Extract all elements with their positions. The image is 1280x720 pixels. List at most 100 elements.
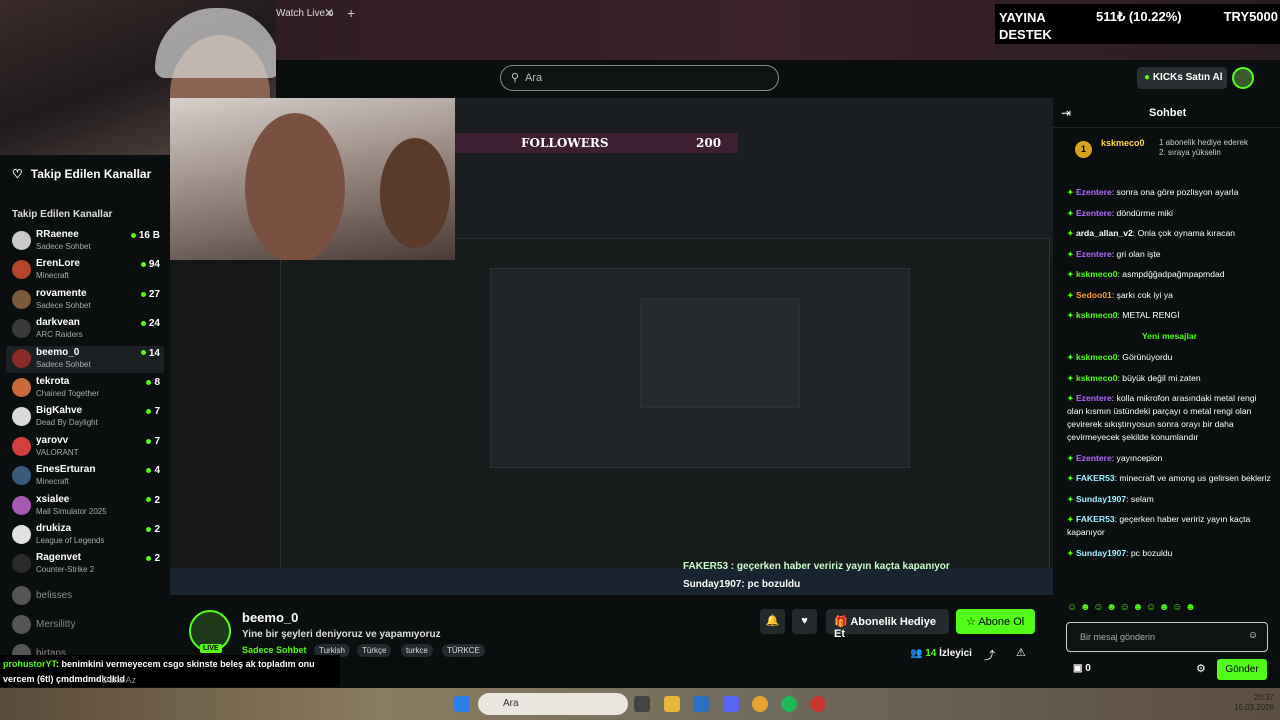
live-dot-icon bbox=[146, 497, 152, 503]
live-dot-icon bbox=[146, 438, 152, 444]
live-dot-icon bbox=[146, 526, 152, 532]
chat-username[interactable]: Sunday1907 bbox=[1076, 494, 1126, 504]
badge-icon: ✦ bbox=[1067, 290, 1076, 300]
channel-viewers: 24 bbox=[140, 318, 160, 329]
share-icon[interactable]: ⤴ bbox=[984, 647, 995, 663]
file-explorer-icon[interactable] bbox=[664, 696, 680, 712]
channel-viewers: 2 bbox=[146, 524, 160, 535]
badge-icon: ✦ bbox=[1067, 548, 1076, 558]
live-dot-icon bbox=[130, 232, 136, 238]
sidebar-item-channel[interactable]: yarovv VALORANT 7 bbox=[6, 434, 164, 461]
tag-chip[interactable]: TÜRKCE bbox=[442, 644, 485, 657]
gift-subscription-button[interactable]: 🎁 Abonelik Hediye Et bbox=[826, 609, 949, 640]
subscribe-button[interactable]: ☆ Abone Ol bbox=[956, 609, 1035, 634]
send-button[interactable]: Gönder bbox=[1217, 659, 1267, 680]
stream-category[interactable]: Sadece Sohbet bbox=[242, 645, 307, 655]
star-icon: ☆ bbox=[966, 616, 976, 628]
chat-username[interactable]: Sunday1907 bbox=[1076, 548, 1126, 558]
chat-username[interactable]: Sedoo01 bbox=[1076, 290, 1112, 300]
sidebar-item-channel[interactable]: EnesErturan Minecraft 4 bbox=[6, 463, 164, 490]
search-input[interactable]: ⚲ Ara bbox=[500, 65, 779, 91]
discord-icon[interactable] bbox=[723, 696, 739, 712]
sidebar-item-channel[interactable]: BigKahve Dead By Daylight 7 bbox=[6, 404, 164, 431]
sidebar-item-offline-channel[interactable]: belisses bbox=[6, 583, 164, 610]
channel-game: VALORANT bbox=[36, 447, 79, 457]
sidebar-item-offline-channel[interactable]: Mersilitty bbox=[6, 612, 164, 639]
heart-icon: ♥ bbox=[801, 615, 808, 627]
gear-icon[interactable]: ⚙ bbox=[1196, 662, 1206, 675]
channel-game: Mall Simulator 2025 bbox=[36, 506, 107, 516]
sidebar-item-channel[interactable]: ErenLore Minecraft 94 bbox=[6, 257, 164, 284]
chat-username[interactable]: Ezentere bbox=[1076, 208, 1112, 218]
sidebar-item-channel[interactable]: beemo_0 Sadece Sohbet 14 bbox=[6, 345, 164, 373]
badge-icon: ✦ bbox=[1067, 311, 1076, 320]
show-less-link[interactable]: Daha Az bbox=[102, 675, 136, 685]
chrome-icon[interactable] bbox=[752, 696, 768, 712]
chat-username[interactable]: kskmeco0 bbox=[1076, 352, 1118, 362]
chat-message: ✦ Sunday1907: selam bbox=[1067, 493, 1154, 504]
nested-taskbar bbox=[170, 568, 1053, 595]
ticker-user: prohustorYT bbox=[3, 659, 56, 669]
search-icon: ⚲ bbox=[511, 72, 520, 84]
chat-username[interactable]: FAKER53 bbox=[1076, 514, 1115, 524]
sidebar-item-channel[interactable]: tekrota Chained Together 8 bbox=[6, 375, 164, 402]
chat-username[interactable]: kskmeco0 bbox=[1076, 373, 1118, 383]
buy-kicks-button[interactable]: ● KICKs Satın Al bbox=[1137, 67, 1227, 89]
chat-message: ✦ FAKER53: minecraft ve among us gelirse… bbox=[1067, 473, 1271, 483]
sidebar-item-channel[interactable]: RRaenee Sadece Sohbet 16 B bbox=[6, 228, 164, 255]
follow-heart-button[interactable]: ♥ bbox=[792, 609, 817, 634]
sidebar-subtitle: Takip Edilen Kanallar bbox=[12, 209, 113, 220]
followers-label: FOLLOWERS bbox=[521, 136, 609, 150]
chat-panel: ⇥ Sohbet 1 kskmeco0 1 abonelik hediye ed… bbox=[1053, 98, 1280, 688]
chat-username[interactable]: arda_allan_v2 bbox=[1076, 228, 1133, 238]
sidebar-item-channel[interactable]: darkvean ARC Raiders 24 bbox=[6, 316, 164, 343]
tab-close-icon[interactable]: ✕ bbox=[324, 6, 334, 20]
chat-input[interactable]: Bir mesaj gönderin ☺ bbox=[1066, 622, 1268, 652]
chat-username[interactable]: Ezentere bbox=[1076, 249, 1112, 259]
user-avatar[interactable] bbox=[1232, 67, 1254, 89]
channel-game: Dead By Daylight bbox=[36, 418, 98, 428]
app-icon[interactable] bbox=[693, 696, 709, 712]
chat-username[interactable]: kskmeco0 bbox=[1076, 310, 1118, 320]
sidebar-item-channel[interactable]: rovamente Sadece Sohbet 27 bbox=[6, 287, 164, 314]
sidebar-item-channel[interactable]: xsialee Mall Simulator 2025 2 bbox=[6, 493, 164, 520]
emoji-icon[interactable]: ☺ bbox=[1248, 630, 1258, 641]
sidebar-item-channel[interactable]: Ragenvet Counter-Strike 2 2 bbox=[6, 551, 164, 578]
start-icon[interactable] bbox=[454, 696, 470, 712]
tag-chip[interactable]: turkce bbox=[401, 644, 433, 657]
chat-username[interactable]: Ezentere bbox=[1076, 393, 1112, 403]
spotify-icon[interactable] bbox=[781, 696, 797, 712]
search-placeholder: Ara bbox=[525, 72, 543, 84]
sidebar-item-channel[interactable]: drukiza League of Legends 2 bbox=[6, 522, 164, 549]
channel-name: ErenLore bbox=[36, 258, 80, 270]
headphones bbox=[155, 8, 276, 78]
notification-bell-button[interactable]: 🔔 bbox=[760, 609, 785, 634]
taskbar-search[interactable]: Ara bbox=[478, 693, 628, 715]
donation-goal: TRY5000 bbox=[1223, 9, 1278, 24]
tag-chip[interactable]: Türkçe bbox=[357, 644, 392, 657]
channel-avatar bbox=[12, 554, 31, 574]
collapse-chat-icon[interactable]: ⇥ bbox=[1061, 106, 1071, 120]
leader-username[interactable]: kskmeco0 bbox=[1101, 138, 1145, 148]
chat-username[interactable]: kskmeco0 bbox=[1076, 269, 1118, 279]
channel-name[interactable]: beemo_0 bbox=[242, 610, 298, 625]
new-tab-icon[interactable]: + bbox=[347, 5, 355, 21]
kicks-icon: ● bbox=[1144, 72, 1151, 83]
channel-avatar bbox=[12, 436, 31, 456]
channel-avatar bbox=[12, 466, 31, 486]
report-icon[interactable]: ⚠ bbox=[1016, 646, 1026, 659]
chat-username[interactable]: Ezentere bbox=[1076, 187, 1112, 197]
channel-game: Minecraft bbox=[36, 271, 69, 281]
chat-username[interactable]: Ezentere bbox=[1076, 453, 1112, 463]
chat-text: METAL RENGİ bbox=[1122, 310, 1180, 320]
viewer-value: 14 bbox=[148, 347, 160, 359]
clock-time: 20:37 bbox=[1253, 693, 1274, 702]
channel-avatar bbox=[12, 525, 31, 544]
channel-viewers: 8 bbox=[146, 377, 160, 388]
emote-bar[interactable]: ☺ ☻ ☺ ☻ ☺ ☻ ☺ ☻ ☺ ☻ bbox=[1067, 602, 1267, 618]
obs-icon[interactable] bbox=[810, 696, 826, 712]
chat-message: ✦ arda_allan_v2: Onla çok oynama kıracan bbox=[1067, 228, 1236, 238]
viewer-value: 16 B bbox=[138, 230, 160, 241]
chat-username[interactable]: FAKER53 bbox=[1076, 473, 1115, 483]
task-view-icon[interactable] bbox=[634, 696, 650, 712]
